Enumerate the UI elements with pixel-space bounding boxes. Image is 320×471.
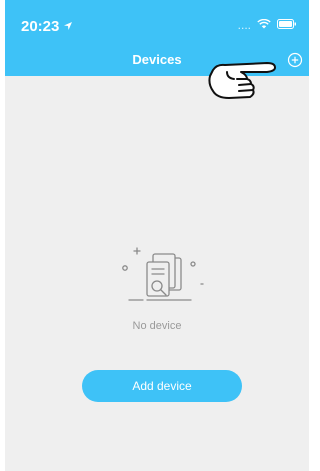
signal-dots: ....: [237, 18, 251, 32]
app-screen: 20:23 .... Devices No device Add device: [5, 0, 309, 471]
document-search-icon: [117, 240, 207, 306]
status-bar-time: 20:23: [21, 18, 73, 35]
battery-icon: [277, 18, 297, 32]
wifi-icon: [257, 18, 271, 32]
status-bar-indicators: ....: [238, 18, 297, 32]
empty-state-message: No device: [132, 320, 182, 332]
plus-circle-icon: [287, 52, 303, 72]
add-device-top-button[interactable]: [287, 52, 303, 68]
pointing-hand-icon: [203, 58, 279, 104]
time-label: 20:23: [21, 18, 60, 35]
location-arrow-icon: [63, 18, 73, 35]
add-device-button[interactable]: Add device: [82, 370, 242, 402]
